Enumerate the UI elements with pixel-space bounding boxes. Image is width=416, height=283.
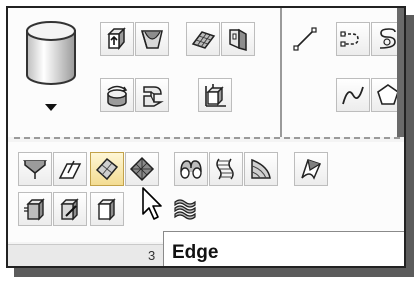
spline-button[interactable]: [336, 78, 370, 112]
ruled-surface-button[interactable]: [209, 152, 243, 186]
patch-surface-icon: [301, 159, 322, 180]
stacked-layers-button[interactable]: [168, 192, 202, 226]
patch-surface-button[interactable]: [294, 152, 328, 186]
edit-mesh-icon: [60, 198, 79, 221]
smooth-object-icon: [24, 198, 45, 221]
mesh-surface-icon: [129, 156, 155, 182]
planar-surface-icon: [22, 160, 48, 179]
line-button[interactable]: [288, 22, 322, 56]
planar-surface-button[interactable]: [18, 152, 52, 186]
wedge-button[interactable]: [135, 22, 169, 56]
edit-mesh-button[interactable]: [53, 192, 87, 226]
line-icon: [293, 27, 317, 51]
cylinder-icon: [26, 21, 76, 85]
edge-surface-button[interactable]: [90, 152, 124, 186]
revolve-icon: [107, 85, 128, 107]
loft-icon: [180, 160, 202, 179]
panel-title-label: 3: [148, 248, 156, 263]
dropdown-arrow-icon[interactable]: [45, 104, 57, 111]
spline-icon: [342, 86, 364, 105]
modeling-panel: [8, 8, 280, 137]
fold-surface-icon: [229, 28, 247, 51]
offset-surface-button[interactable]: [53, 152, 87, 186]
refine-mesh-icon: [97, 198, 116, 221]
stacked-layers-icon: [174, 199, 196, 220]
cylinder-button[interactable]: [22, 18, 80, 88]
surface-tools-panel: [8, 142, 404, 242]
smooth-object-button[interactable]: [18, 192, 52, 226]
offset-surface-icon: [58, 160, 82, 179]
box-extrude-icon: [107, 27, 126, 51]
revolve-button[interactable]: [100, 78, 134, 112]
tooltip: Edge: [163, 231, 404, 266]
sweep-icon: [143, 86, 164, 107]
polyline-button[interactable]: [336, 22, 370, 56]
ruled-surface-icon: [216, 158, 234, 180]
revolved-surface-icon: [251, 158, 271, 179]
sweep-button[interactable]: [135, 78, 169, 112]
tooltip-text: Edge: [172, 242, 219, 263]
extrude-button[interactable]: [100, 22, 134, 56]
flat-grid-surface-icon: [191, 31, 216, 49]
mesh-surface-button[interactable]: [125, 152, 159, 186]
draw-panel: [282, 8, 404, 137]
edge-surface-icon: [95, 157, 119, 181]
mouse-cursor-icon: [142, 187, 162, 220]
ucs-box-icon: [205, 84, 226, 107]
refine-mesh-button[interactable]: [90, 192, 124, 226]
loft-button[interactable]: [174, 152, 208, 186]
revolved-surface-button[interactable]: [244, 152, 278, 186]
panel-edge: [397, 8, 404, 137]
planar-mesh-button[interactable]: [186, 22, 220, 56]
panel-expander-divider: [14, 137, 400, 139]
wedge-surface-icon: [140, 30, 163, 49]
ribbon-panel: 3 Edge: [6, 6, 406, 268]
ucs-box-button[interactable]: [198, 78, 232, 112]
fold-button[interactable]: [221, 22, 255, 56]
polyline-icon: [340, 31, 359, 47]
